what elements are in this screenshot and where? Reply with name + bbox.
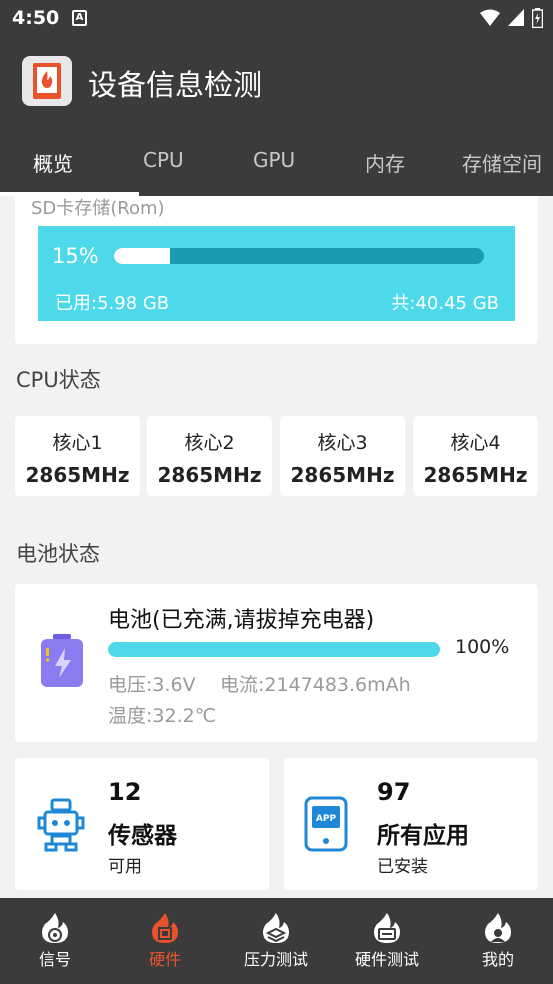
app-label: 所有应用: [377, 823, 469, 849]
nav-label: 压力测试: [243, 950, 308, 969]
chip-flame-icon: [152, 913, 178, 943]
nav-label: 硬件: [148, 950, 181, 969]
tab-memory[interactable]: 内存: [365, 148, 405, 177]
cpu-core-card: 核心1 2865MHz: [15, 416, 140, 496]
svg-text:APP: APP: [316, 814, 337, 824]
nav-item-stress-test[interactable]: 压力测试: [221, 898, 331, 984]
cpu-core-name: 核心2: [184, 432, 235, 454]
device-flame-icon: [374, 913, 400, 943]
signal-flame-icon: [42, 913, 68, 943]
cpu-section-title: CPU状态: [16, 368, 101, 392]
storage-used: 已用:5.98 GB: [55, 293, 170, 314]
storage-percent: 15%: [52, 244, 99, 268]
storage-label: SD卡存储(Rom): [31, 198, 165, 219]
battery-charging-icon: [41, 634, 83, 687]
notification-icon: A: [72, 10, 87, 26]
storage-progress-fill: [114, 248, 170, 264]
storage-card: SD卡存储(Rom) 15% 已用:5.98 GB 共:40.45 GB: [15, 196, 538, 344]
apps-card[interactable]: APP 97 所有应用 已安装: [284, 758, 538, 890]
battery-progress-fill: [108, 642, 440, 657]
tab-bar: 概览 CPU GPU 内存 存储空间: [0, 126, 553, 196]
battery-card: 电池(已充满,请拔掉充电器) 100% 电压:3.6V 电流:2147483.6…: [15, 584, 538, 742]
status-time: 4:50: [12, 7, 60, 29]
app-count: 97: [377, 778, 411, 806]
sensor-sub: 可用: [108, 857, 142, 877]
nav-item-mine[interactable]: 我的: [443, 898, 553, 984]
battery-progress-bar: [108, 642, 440, 657]
storage-total: 共:40.45 GB: [391, 293, 499, 314]
nav-item-hardware-test[interactable]: 硬件测试: [332, 898, 442, 984]
app-icon: APP: [304, 796, 348, 852]
storage-progress-bar: [114, 248, 484, 264]
scroll-content[interactable]: SD卡存储(Rom) 15% 已用:5.98 GB 共:40.45 GB CPU…: [0, 196, 553, 898]
app-logo-icon: [22, 56, 72, 106]
cell-signal-icon: [508, 9, 524, 26]
robot-icon: [37, 798, 85, 852]
battery-current: 电流:2147483.6mAh: [220, 674, 411, 696]
sensors-card[interactable]: 12 传感器 可用: [15, 758, 269, 890]
battery-voltage: 电压:3.6V: [108, 674, 196, 696]
wifi-icon: [480, 9, 500, 26]
battery-percent: 100%: [455, 636, 510, 658]
nav-label: 硬件测试: [354, 950, 419, 969]
battery-section-title: 电池状态: [16, 542, 100, 566]
cpu-core-freq: 2865MHz: [290, 463, 395, 487]
cpu-core-freq: 2865MHz: [25, 463, 130, 487]
nav-item-signal[interactable]: 信号: [0, 898, 110, 984]
nav-item-hardware[interactable]: 硬件: [110, 898, 220, 984]
tab-gpu[interactable]: GPU: [253, 148, 295, 172]
status-bar: 4:50 A: [0, 0, 553, 36]
nav-label: 信号: [38, 950, 71, 969]
battery-temperature: 温度:32.2℃: [108, 705, 217, 727]
tab-overview[interactable]: 概览: [33, 148, 73, 177]
sensor-count: 12: [108, 778, 142, 806]
app-sub: 已安装: [377, 857, 428, 877]
layers-flame-icon: [263, 913, 289, 943]
cpu-core-freq: 2865MHz: [423, 463, 528, 487]
cpu-core-card: 核心2 2865MHz: [147, 416, 272, 496]
storage-box: 15% 已用:5.98 GB 共:40.45 GB: [38, 226, 515, 321]
battery-status-icon: [532, 8, 543, 28]
app-title: 设备信息检测: [88, 68, 263, 102]
battery-title: 电池(已充满,请拔掉充电器): [108, 608, 375, 633]
cpu-core-name: 核心3: [317, 432, 368, 454]
cpu-core-name: 核心4: [450, 432, 501, 454]
bottom-nav: 信号 硬件 压力测试 硬件测试 我的: [0, 898, 553, 984]
nav-label: 我的: [481, 950, 514, 969]
cpu-core-card: 核心4 2865MHz: [413, 416, 538, 496]
app-bar: 设备信息检测: [0, 36, 553, 126]
cpu-core-card: 核心3 2865MHz: [280, 416, 405, 496]
tab-storage[interactable]: 存储空间: [462, 148, 542, 177]
sensor-label: 传感器: [108, 823, 177, 849]
cpu-core-freq: 2865MHz: [157, 463, 262, 487]
user-flame-icon: [485, 913, 511, 943]
tab-cpu[interactable]: CPU: [143, 148, 184, 172]
cpu-core-name: 核心1: [52, 432, 103, 454]
